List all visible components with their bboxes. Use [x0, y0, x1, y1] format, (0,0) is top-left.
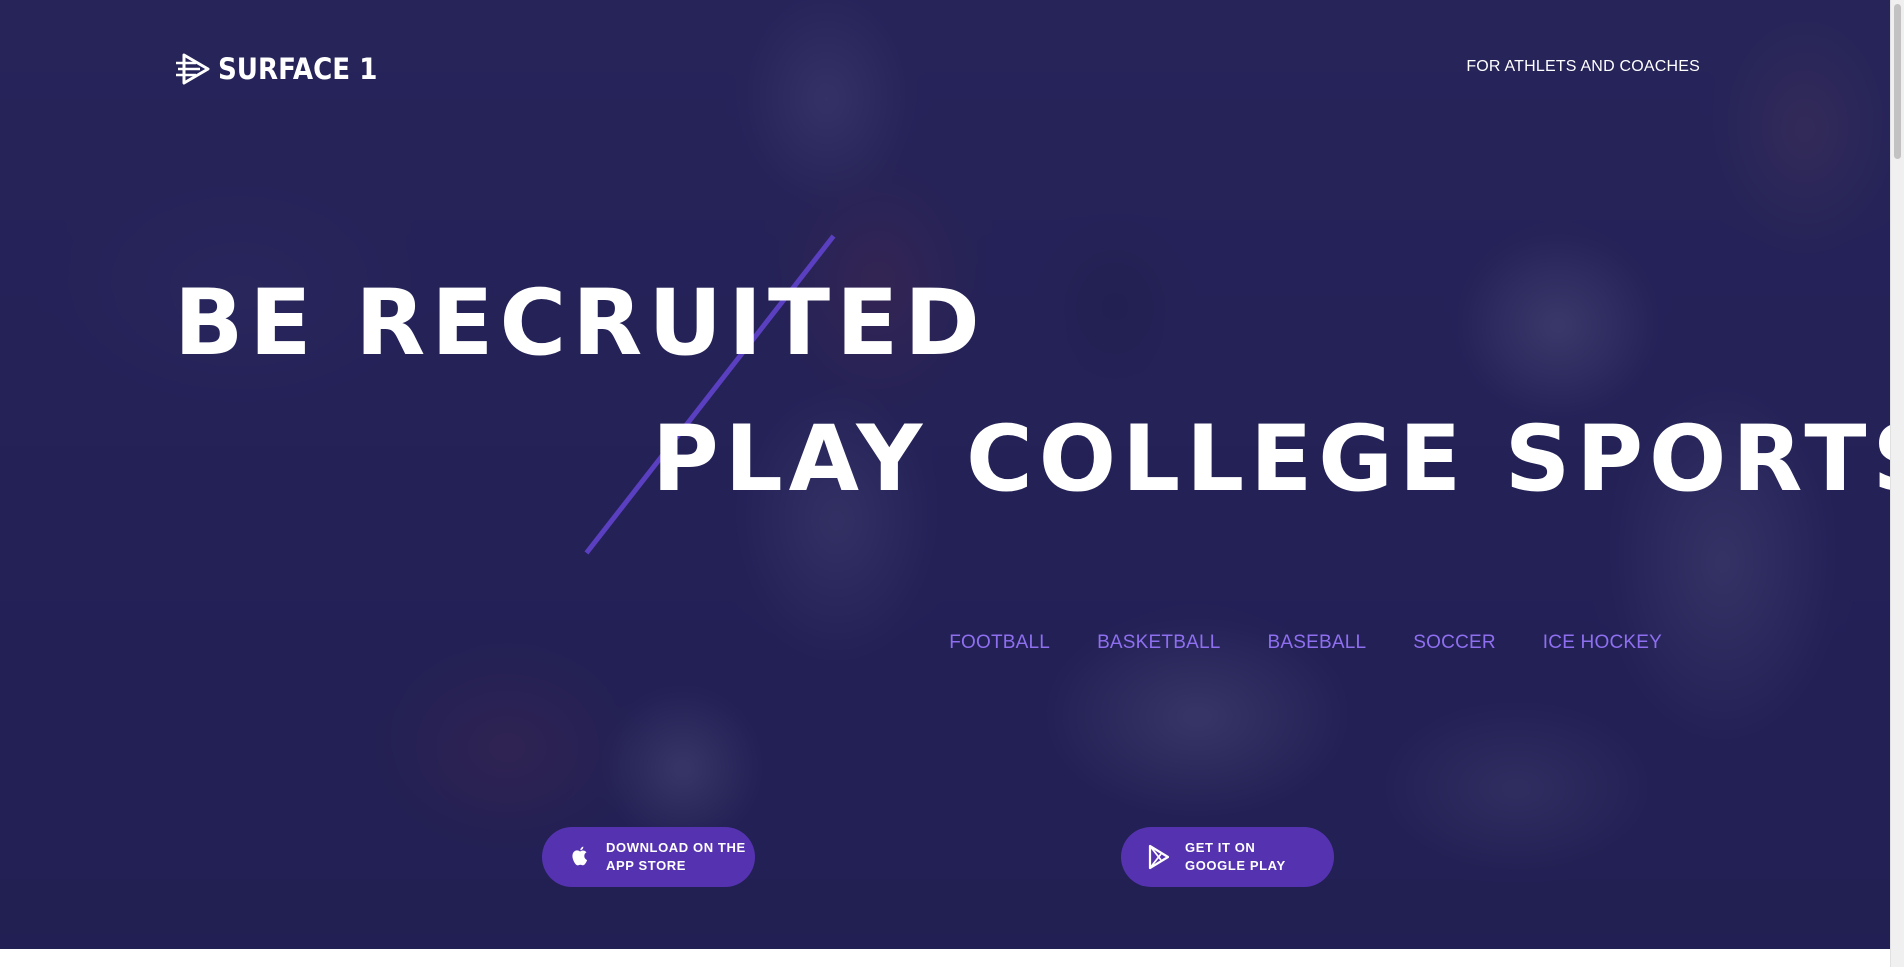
hero-section: SURFACE 1 FOR ATHLETS AND COACHES BE REC… — [0, 0, 1890, 949]
page: SURFACE 1 FOR ATHLETS AND COACHES BE REC… — [0, 0, 1904, 967]
surface1-logo-icon — [176, 53, 210, 85]
google-play-line-1: GET IT ON — [1185, 840, 1256, 855]
apple-icon — [572, 846, 588, 866]
brand-logo[interactable]: SURFACE 1 — [176, 52, 395, 86]
google-play-button[interactable]: GET IT ON GOOGLE PLAY — [1121, 827, 1334, 887]
app-store-text: DOWNLOAD ON THE APP STORE — [606, 839, 746, 875]
sport-link-ice-hockey[interactable]: ICE HOCKEY — [1543, 632, 1662, 654]
sport-link-soccer[interactable]: SOCCER — [1413, 632, 1496, 654]
google-play-text: GET IT ON GOOGLE PLAY — [1185, 839, 1286, 875]
sports-nav: FOOTBALL BASKETBALL BASEBALL SOCCER ICE … — [949, 632, 1662, 654]
sport-link-baseball[interactable]: BASEBALL — [1268, 632, 1367, 654]
sport-link-football[interactable]: FOOTBALL — [949, 632, 1050, 654]
headline-be-recruited: BE RECRUITED — [174, 271, 986, 376]
scrollbar-thumb[interactable] — [1894, 4, 1901, 159]
app-store-line-1: DOWNLOAD ON THE — [606, 840, 746, 855]
sport-link-basketball[interactable]: BASKETBALL — [1097, 632, 1220, 654]
app-store-button[interactable]: DOWNLOAD ON THE APP STORE — [542, 827, 755, 887]
google-play-line-2: GOOGLE PLAY — [1185, 858, 1286, 873]
brand-name: SURFACE 1 — [218, 52, 378, 86]
vertical-scrollbar[interactable] — [1890, 0, 1904, 967]
google-play-icon — [1148, 844, 1170, 870]
athletes-coaches-link[interactable]: FOR ATHLETS AND COACHES — [1466, 58, 1700, 76]
app-store-line-2: APP STORE — [606, 858, 687, 873]
headline-play-college-sports: PLAY COLLEGE SPORTS — [652, 407, 1890, 512]
